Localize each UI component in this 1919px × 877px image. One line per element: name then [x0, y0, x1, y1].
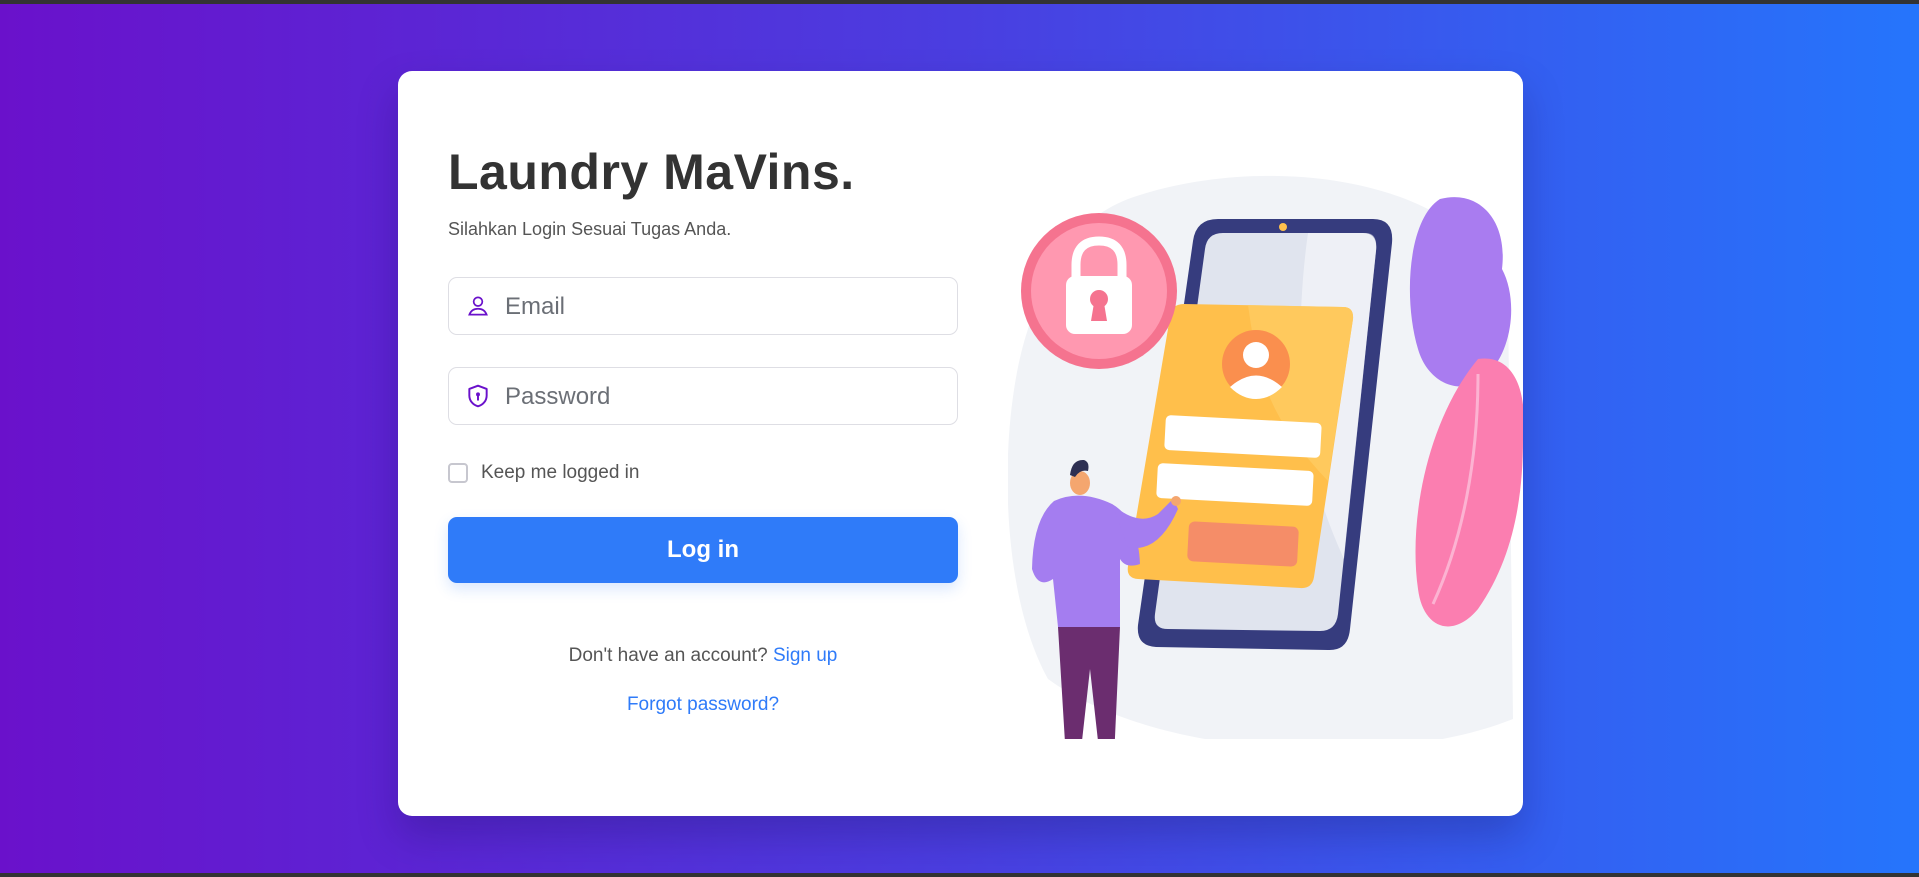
- app-title: Laundry MaVins.: [448, 144, 855, 200]
- forgot-password-link[interactable]: Forgot password?: [627, 694, 779, 715]
- login-card: Laundry MaVins. Silahkan Login Sesuai Tu…: [398, 71, 1523, 816]
- user-icon: [468, 296, 488, 316]
- login-phone-illustration: [1008, 175, 1523, 739]
- forgot-password-line: Forgot password?: [448, 694, 958, 716]
- shield-keyhole-icon: [468, 384, 488, 408]
- remember-label[interactable]: Keep me logged in: [481, 462, 639, 484]
- signup-line: Don't have an account? Sign up: [448, 645, 958, 667]
- login-button[interactable]: Log in: [448, 517, 958, 583]
- password-input[interactable]: [503, 376, 947, 418]
- app-subtitle: Silahkan Login Sesuai Tugas Anda.: [448, 219, 732, 239]
- email-input[interactable]: [503, 286, 947, 328]
- password-field[interactable]: [448, 367, 958, 425]
- email-field[interactable]: [448, 277, 958, 335]
- remember-me[interactable]: Keep me logged in: [448, 460, 639, 486]
- signup-link[interactable]: Sign up: [773, 645, 837, 666]
- signup-prompt: Don't have an account?: [568, 645, 768, 666]
- page-background: Laundry MaVins. Silahkan Login Sesuai Tu…: [0, 4, 1919, 873]
- remember-checkbox[interactable]: [448, 463, 468, 483]
